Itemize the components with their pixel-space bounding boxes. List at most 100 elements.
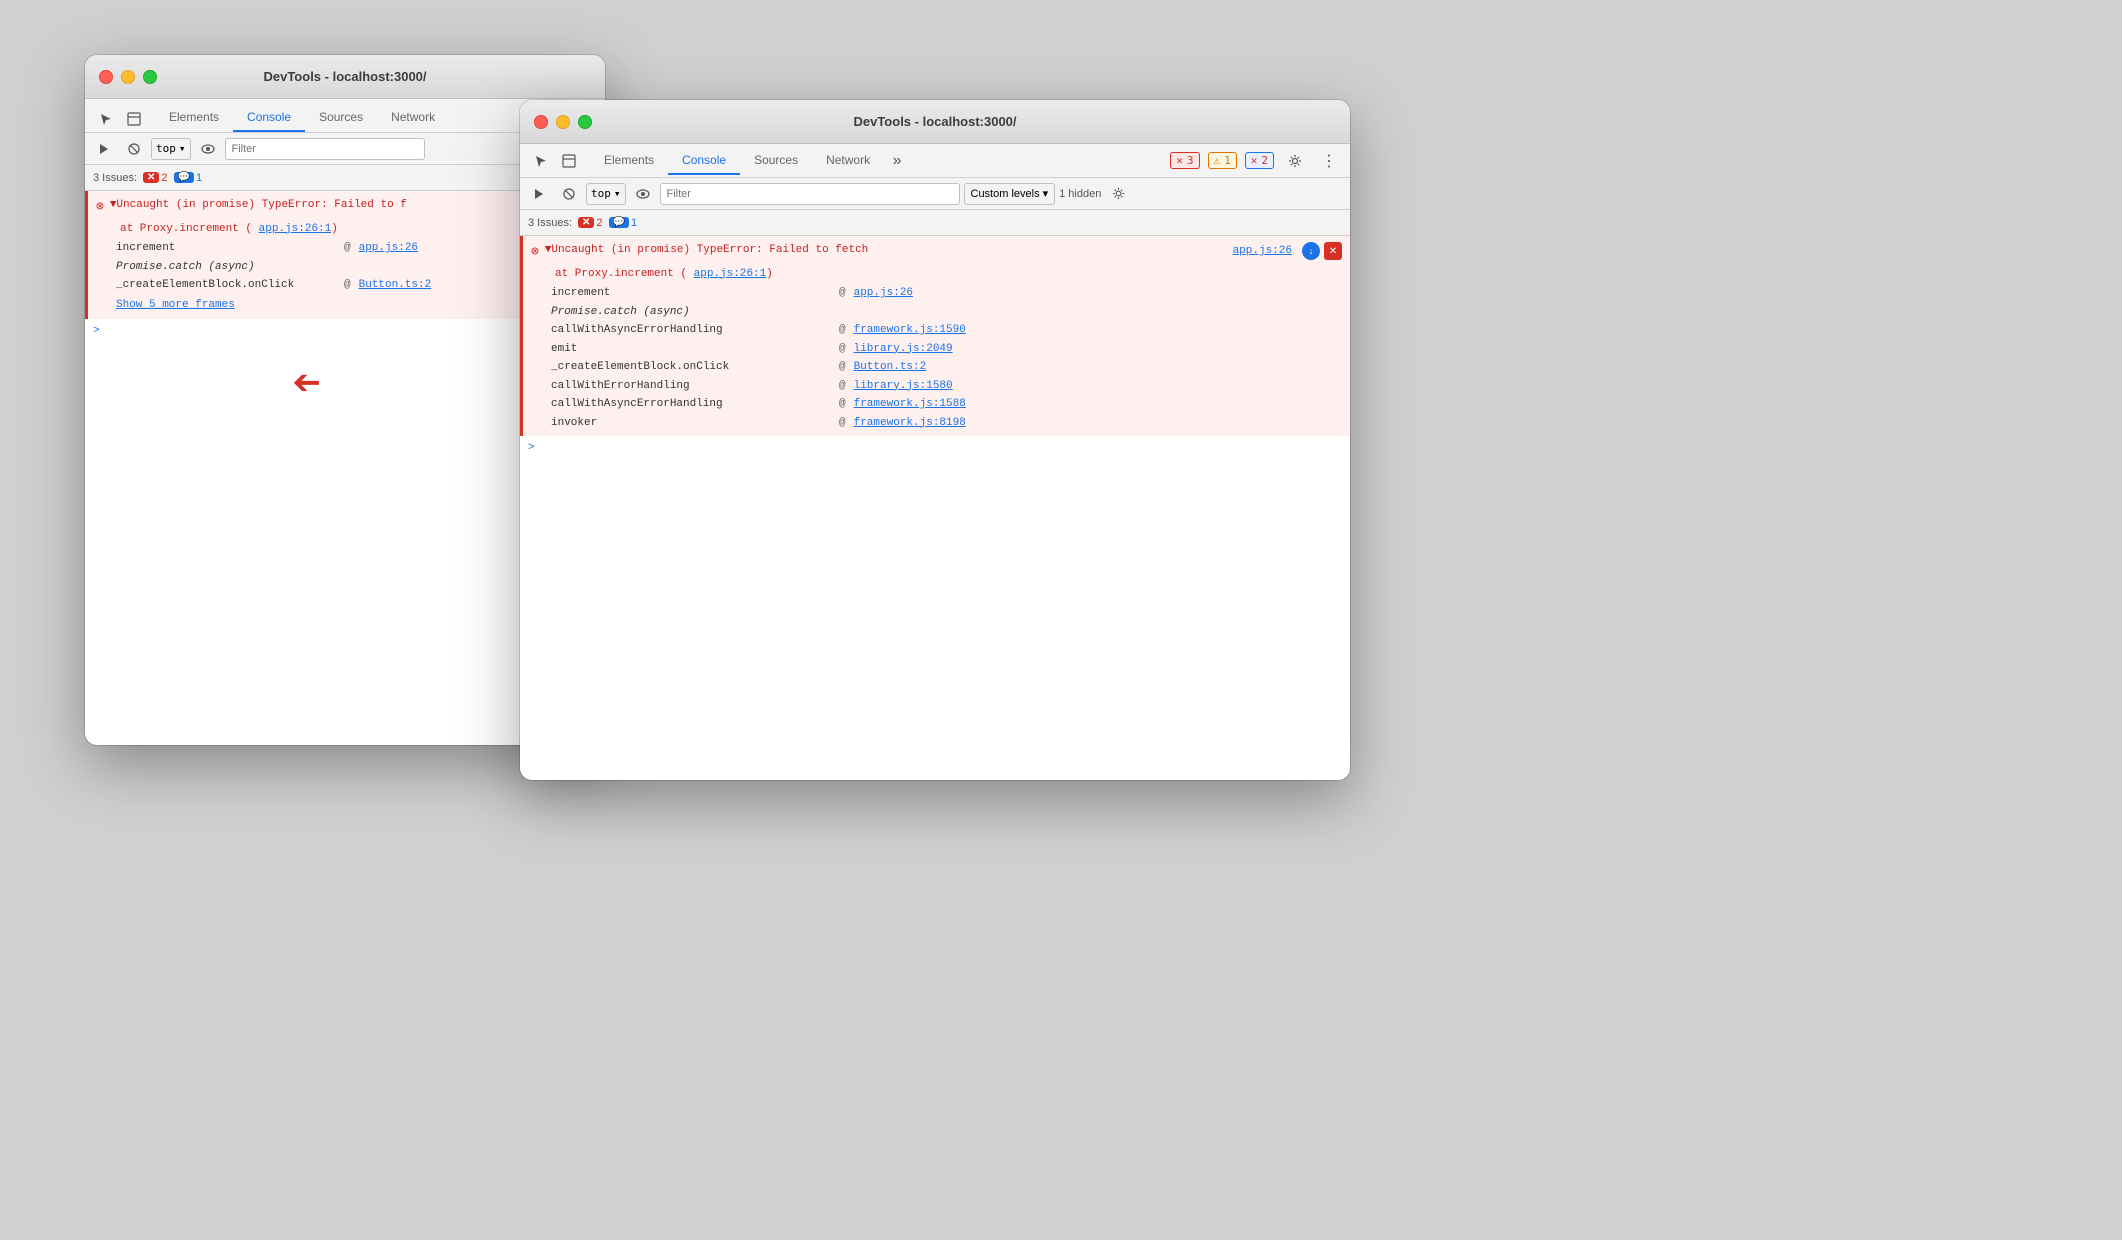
filter-input-1[interactable] [225, 138, 425, 160]
close-button-2[interactable] [534, 115, 548, 129]
hidden-count: 1 hidden [1059, 188, 1101, 200]
tab-network-1[interactable]: Network [377, 104, 449, 132]
stack-link-w2-0[interactable]: app.js:26 [854, 285, 913, 302]
context-selector-1[interactable]: top ▾ [151, 138, 191, 160]
more-options-btn[interactable]: ⋮ [1316, 148, 1342, 174]
panel-icon[interactable] [121, 106, 147, 132]
maximize-button-1[interactable] [143, 70, 157, 84]
stack-fn-2: _createElementBlock.onClick [116, 277, 336, 294]
close-button-1[interactable] [99, 70, 113, 84]
play-icon-1[interactable] [91, 136, 117, 162]
minimize-button-1[interactable] [121, 70, 135, 84]
warning-badge-group[interactable]: ⚠ 1 [1208, 152, 1237, 169]
gear-icon-console[interactable] [1105, 181, 1131, 207]
error-badge-2[interactable]: ✕ 2 [578, 217, 603, 229]
error-row-actions: app.js:26 ↓ ✕ [1233, 242, 1342, 260]
error-main-text-1: ▼Uncaught (in promise) TypeError: Failed… [110, 197, 407, 214]
tab-console-2[interactable]: Console [668, 147, 740, 175]
custom-levels-select[interactable]: Custom levels ▾ [964, 183, 1056, 205]
close-error-btn[interactable]: ✕ [1324, 242, 1342, 260]
stack-at-2: @ [344, 277, 351, 294]
stack-fn-w2-1: Promise.catch (async) [551, 304, 771, 321]
maximize-button-2[interactable] [578, 115, 592, 129]
stack-at-0: @ [344, 240, 351, 257]
tab-elements-1[interactable]: Elements [155, 104, 233, 132]
stack-row-w2-5: callWithErrorHandling @ library.js:1580 [523, 377, 1350, 396]
titlebar-2: DevTools - localhost:3000/ [520, 100, 1350, 144]
stack-at-w2-5: @ [839, 378, 846, 395]
stack-at-w2-2: @ [839, 322, 846, 339]
stack-row-w2-1: Promise.catch (async) [523, 303, 1350, 322]
download-icon[interactable]: ↓ [1302, 242, 1320, 260]
info-badge-group[interactable]: ✕ 2 [1245, 152, 1274, 169]
info-badge-1[interactable]: 💬 1 [174, 172, 203, 184]
tab-elements-2[interactable]: Elements [590, 147, 668, 175]
traffic-lights-1 [99, 70, 157, 84]
window-title-2: DevTools - localhost:3000/ [853, 114, 1016, 129]
error-badge-group[interactable]: ✕ 3 [1170, 152, 1199, 169]
stack-link-2[interactable]: Button.ts:2 [359, 277, 432, 294]
cursor-icon[interactable] [93, 106, 119, 132]
block-icon-2[interactable] [556, 181, 582, 207]
error-badge-1[interactable]: ✕ 2 [143, 172, 168, 184]
gear-icon[interactable] [1282, 148, 1308, 174]
stack-row-w2-4: _createElementBlock.onClick @ Button.ts:… [523, 358, 1350, 377]
issues-label-1: 3 Issues: [93, 172, 137, 184]
stack-row-w2-7: invoker @ framework.js:8198 [523, 414, 1350, 433]
console-content-2: ⊗ ▼Uncaught (in promise) TypeError: Fail… [520, 236, 1350, 726]
stack-link-w2-6[interactable]: framework.js:1588 [854, 396, 966, 413]
play-icon-2[interactable] [526, 181, 552, 207]
info-icon-1: 💬 [174, 172, 194, 183]
minimize-button-2[interactable] [556, 115, 570, 129]
stack-fn-0: increment [116, 240, 336, 257]
filter-input-2[interactable] [660, 183, 960, 205]
error-circle-icon-2: ⊗ [531, 242, 539, 262]
error-at-text-2: at Proxy.increment ( app.js:26:1) [555, 266, 773, 283]
error-main-text-2: ▼Uncaught (in promise) TypeError: Failed… [545, 242, 868, 259]
context-selector-2[interactable]: top ▾ [586, 183, 626, 205]
stack-link-w2-2[interactable]: framework.js:1590 [854, 322, 966, 339]
error-at-text-1: at Proxy.increment ( app.js:26:1) [120, 221, 338, 238]
more-tabs-btn[interactable]: » [884, 148, 910, 174]
stack-fn-w2-4: _createElementBlock.onClick [551, 359, 831, 376]
eye-icon-2[interactable] [630, 181, 656, 207]
traffic-lights-2 [534, 115, 592, 129]
issues-bar-2: 3 Issues: ✕ 2 💬 1 [520, 210, 1350, 236]
error-file-link[interactable]: app.js:26 [1233, 243, 1292, 260]
stack-fn-1: Promise.catch (async) [116, 259, 336, 276]
info-badge-2[interactable]: 💬 1 [609, 217, 638, 229]
block-icon-1[interactable] [121, 136, 147, 162]
stack-fn-w2-0: increment [551, 285, 831, 302]
context-label-1: top [156, 142, 176, 155]
cursor-icon-2[interactable] [528, 148, 554, 174]
stack-fn-w2-5: callWithErrorHandling [551, 378, 831, 395]
stack-link-w2-4[interactable]: Button.ts:2 [854, 359, 927, 376]
stack-at-w2-4: @ [839, 359, 846, 376]
error-at-line-2: at Proxy.increment ( app.js:26:1) [523, 264, 1350, 285]
stack-fn-w2-2: callWithAsyncErrorHandling [551, 322, 831, 339]
tab-network-2[interactable]: Network [812, 147, 884, 175]
stack-link-w2-3[interactable]: library.js:2049 [854, 341, 953, 358]
stack-link-w2-7[interactable]: framework.js:8198 [854, 415, 966, 432]
window-title-1: DevTools - localhost:3000/ [263, 69, 426, 84]
stack-row-w2-6: callWithAsyncErrorHandling @ framework.j… [523, 395, 1350, 414]
tab-sources-1[interactable]: Sources [305, 104, 377, 132]
info-count-header: 2 [1261, 154, 1268, 167]
stack-link-w2-5[interactable]: library.js:1580 [854, 378, 953, 395]
eye-icon-1[interactable] [195, 136, 221, 162]
error-link-1[interactable]: app.js:26:1 [259, 223, 332, 235]
error-link-2[interactable]: app.js:26:1 [694, 268, 767, 280]
tab-sources-2[interactable]: Sources [740, 147, 812, 175]
titlebar-1: DevTools - localhost:3000/ [85, 55, 605, 99]
chevron-down-icon-levels: ▾ [1043, 187, 1049, 200]
error-icon-2: ✕ [578, 217, 594, 228]
custom-levels-label: Custom levels [971, 188, 1040, 200]
stack-at-w2-3: @ [839, 341, 846, 358]
stack-at-w2-0: @ [839, 285, 846, 302]
tab-console-1[interactable]: Console [233, 104, 305, 132]
stack-link-0[interactable]: app.js:26 [359, 240, 418, 257]
stack-fn-w2-3: emit [551, 341, 831, 358]
console-cursor-2[interactable]: > [520, 436, 1350, 461]
info-x-icon: ✕ [1251, 154, 1258, 167]
panel-icon-2[interactable] [556, 148, 582, 174]
